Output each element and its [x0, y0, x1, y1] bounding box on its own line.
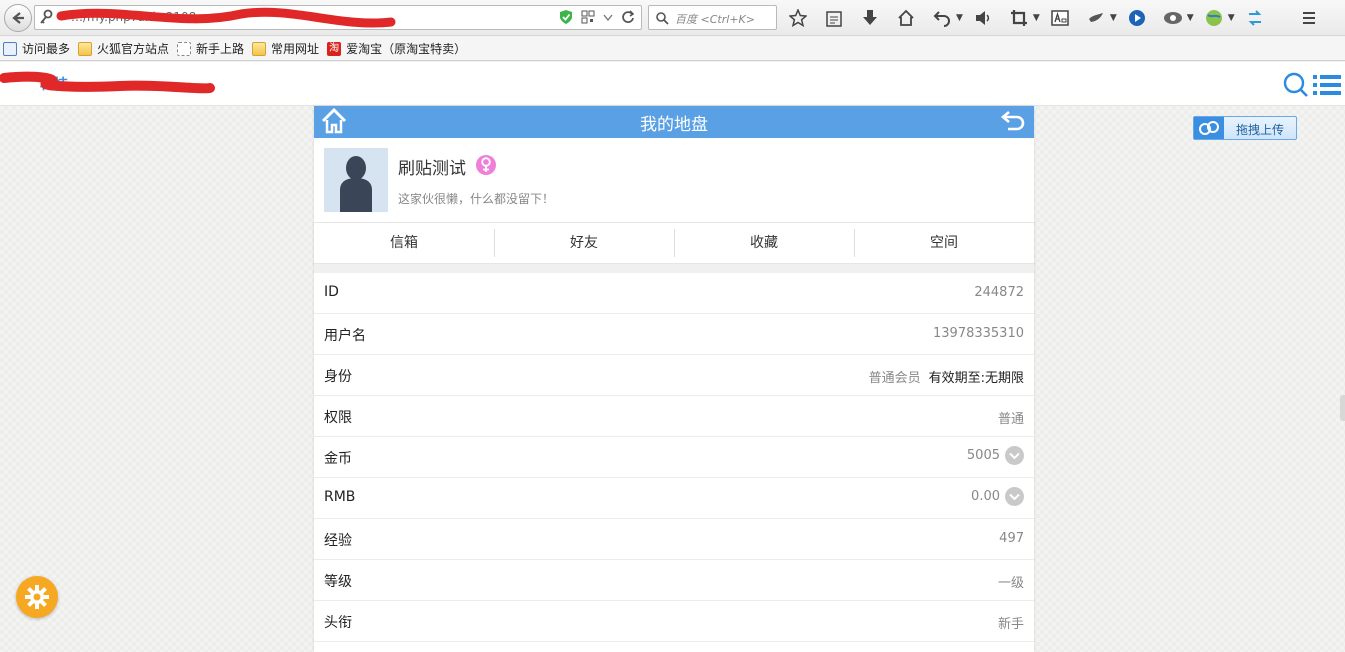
reload-icon[interactable]: [621, 10, 635, 24]
dropdown-arrow-icon[interactable]: ▼: [1187, 13, 1194, 23]
info-row-username: 用户名 13978335310: [314, 314, 1034, 355]
eye-button[interactable]: [1161, 6, 1185, 30]
crop-icon: [1010, 10, 1027, 26]
dropdown-arrow-icon[interactable]: [603, 12, 613, 22]
url-bar[interactable]: …/my.php?uid=2108: [34, 5, 642, 30]
info-row-experience: 经验 497: [314, 519, 1034, 560]
map-button[interactable]: [1202, 6, 1226, 30]
return-icon[interactable]: [1000, 108, 1028, 134]
info-row-level: 等级 一级: [314, 560, 1034, 601]
list-menu-icon[interactable]: [1313, 73, 1341, 97]
sync-button[interactable]: [1243, 6, 1267, 30]
bookmark-firefox-official[interactable]: 火狐官方站点: [78, 40, 169, 57]
qr-code-icon[interactable]: [581, 10, 595, 24]
bookmark-star-button[interactable]: [786, 6, 810, 30]
shield-icon[interactable]: [559, 9, 573, 25]
speaker-icon: [975, 11, 989, 25]
my-space-panel: 我的地盘 刷贴测试 这家伙很懒，什么都没留下！ 信箱 好友 收藏 空间 ID 2…: [314, 106, 1034, 652]
search-placeholder: 百度 <Ctrl+K>: [675, 13, 755, 26]
search-icon[interactable]: [1283, 72, 1309, 98]
dropdown-arrow-icon[interactable]: ▼: [1033, 13, 1040, 23]
video-button[interactable]: [1125, 6, 1149, 30]
info-row-coins[interactable]: 金币 5005: [314, 437, 1034, 478]
search-icon: [656, 12, 669, 25]
dropdown-arrow-icon[interactable]: ▼: [956, 13, 963, 23]
dropdown-arrow-icon[interactable]: ▼: [1110, 13, 1117, 23]
user-info-list: ID 244872 用户名 13978335310 身份 普通会员 有效期至:无…: [314, 273, 1034, 642]
info-row-title: 头衔 新手: [314, 601, 1034, 642]
page-title: 我的地盘: [640, 115, 708, 135]
info-row-identity: 身份 普通会员 有效期至:无期限: [314, 355, 1034, 396]
membership-expiry: 有效期至:无期限: [928, 371, 1024, 386]
taobao-icon: 淘: [327, 41, 342, 56]
hamburger-icon: [1302, 12, 1315, 24]
downloads-button[interactable]: [858, 6, 882, 30]
tab-favorites[interactable]: 收藏: [674, 223, 854, 263]
clipboard-icon: [826, 11, 842, 27]
reader-button[interactable]: [1048, 6, 1072, 30]
translate-button[interactable]: [1084, 6, 1108, 30]
bookmark-most-visited[interactable]: 访问最多: [3, 40, 70, 57]
eye-icon: [1163, 12, 1182, 24]
star-icon: [789, 9, 807, 27]
female-icon: [476, 155, 496, 175]
folder-icon: [78, 41, 93, 56]
redaction-scribble: [0, 71, 215, 94]
undo-button[interactable]: [930, 6, 954, 30]
username: 刷贴测试: [398, 159, 466, 179]
volume-button[interactable]: [971, 6, 995, 30]
menu-button[interactable]: [1297, 6, 1321, 30]
info-row-rmb[interactable]: RMB 0.00: [314, 478, 1034, 519]
tab-space[interactable]: 空间: [854, 223, 1034, 263]
upload-icon: [1194, 117, 1224, 139]
undo-icon: [933, 11, 950, 27]
coins-value: 5005: [966, 448, 1000, 463]
drag-upload-button[interactable]: 拖拽上传: [1193, 116, 1297, 140]
rmb-value: 0.00: [971, 489, 1000, 504]
bookmark-getting-started[interactable]: 新手上路: [177, 40, 244, 57]
bookmarks-bar: 访问最多 火狐官方站点 新手上路 常用网址 淘 爱淘宝（原淘宝特卖）: [0, 37, 1345, 61]
settings-button[interactable]: [16, 576, 58, 618]
home-icon: [898, 9, 914, 26]
download-icon: [863, 10, 877, 25]
back-arrow-icon: [12, 12, 24, 24]
back-button[interactable]: [4, 4, 32, 32]
side-handle[interactable]: [1340, 395, 1345, 421]
globe-icon: [1205, 10, 1222, 26]
divider: [314, 264, 1034, 273]
membership-level: 普通会员: [868, 371, 921, 386]
user-profile: 刷贴测试 这家伙很懒，什么都没留下！: [314, 138, 1034, 222]
chevron-down-icon[interactable]: [1005, 487, 1024, 506]
bookmarks-menu-button[interactable]: [822, 6, 846, 30]
tab-friends[interactable]: 好友: [494, 223, 674, 263]
redaction-scribble: [56, 7, 396, 28]
site-logo[interactable]: 科技: [0, 66, 220, 102]
profile-tabs: 信箱 好友 收藏 空间: [314, 222, 1034, 264]
crop-button[interactable]: [1007, 6, 1031, 30]
tab-mailbox[interactable]: 信箱: [314, 223, 494, 263]
bookmark-common-sites[interactable]: 常用网址: [252, 40, 319, 57]
panel-header: 我的地盘: [314, 106, 1034, 138]
info-row-permission: 权限 普通: [314, 396, 1034, 437]
chevron-down-icon[interactable]: [1005, 446, 1024, 465]
user-signature: 这家伙很懒，什么都没留下！: [398, 192, 555, 206]
person-silhouette-icon: [340, 156, 372, 212]
site-header: 科技: [0, 62, 1345, 106]
bookmark-aitaobao[interactable]: 淘 爱淘宝（原淘宝特卖）: [327, 40, 466, 57]
blank-page-icon: [177, 41, 192, 56]
browser-toolbar: …/my.php?uid=2108 百度 <Ctrl+K> ▼ ▼ ▼ ▼ ▼: [0, 0, 1345, 36]
avatar[interactable]: [324, 148, 388, 212]
home-button[interactable]: [894, 6, 918, 30]
font-aa-icon: [1051, 10, 1069, 26]
sync-icon: [1248, 10, 1262, 26]
gear-icon: [25, 585, 49, 609]
search-bar[interactable]: 百度 <Ctrl+K>: [648, 5, 777, 30]
folder-icon: [252, 41, 267, 56]
upload-label: 拖拽上传: [1236, 123, 1285, 137]
stats-icon: [3, 41, 17, 56]
bird-icon: [1088, 13, 1103, 22]
info-row-id: ID 244872: [314, 273, 1034, 314]
play-circle-icon: [1128, 10, 1145, 26]
dropdown-arrow-icon[interactable]: ▼: [1228, 13, 1235, 23]
